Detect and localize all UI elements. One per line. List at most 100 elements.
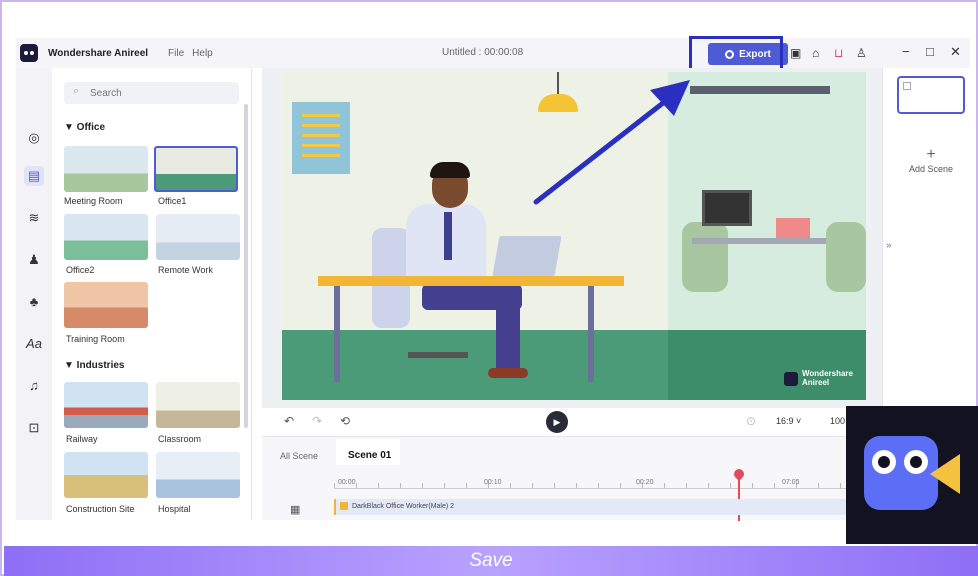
character-hair xyxy=(430,162,470,178)
user-icon[interactable]: ♙ xyxy=(856,46,867,60)
scene-label: Meeting Room xyxy=(64,196,123,206)
desk-top xyxy=(318,276,624,286)
scene-thumb-office2[interactable] xyxy=(64,214,148,260)
scene-thumbnail[interactable] xyxy=(897,76,965,114)
track-label: DarkBlack Office Worker(Male) 2 xyxy=(352,503,455,510)
music-icon[interactable]: ♫ xyxy=(24,376,44,396)
scene-label: Classroom xyxy=(158,434,202,444)
tab-scene-01[interactable]: Scene 01 xyxy=(348,450,391,461)
title-bar: Wondershare Anireel File Help Untitled :… xyxy=(16,38,970,68)
scene-label: Office2 xyxy=(66,265,95,275)
scene-thumb-remote-work[interactable] xyxy=(156,214,240,260)
menu-file[interactable]: File xyxy=(168,48,184,59)
app-name: Wondershare Anireel xyxy=(48,47,149,59)
desk-leg xyxy=(588,286,594,382)
desk-leg xyxy=(334,286,340,382)
zoom-level[interactable]: 100 xyxy=(830,416,845,426)
tick-label: 07:05 xyxy=(782,479,800,486)
character-track-icon xyxy=(340,502,348,510)
document-title: Untitled : 00:00:08 xyxy=(442,47,524,58)
aspect-ratio-select[interactable]: 16:9 ˅ xyxy=(776,416,801,426)
tick-label: 00:20 xyxy=(636,479,654,486)
library-scrollbar[interactable] xyxy=(244,104,248,428)
scene-thumb-office1[interactable] xyxy=(154,146,238,192)
watermark: Wondershare Anireel xyxy=(784,369,853,388)
minimize-button[interactable]: − xyxy=(902,44,910,59)
menu-help[interactable]: Help xyxy=(192,48,213,59)
import-icon[interactable]: ⊡ xyxy=(24,418,44,438)
camera-logo-icon xyxy=(864,436,938,510)
home-icon[interactable]: ⌂ xyxy=(812,46,819,60)
save-icon[interactable]: ▣ xyxy=(790,46,801,60)
cart-icon[interactable]: ⊔ xyxy=(834,46,843,60)
monitor xyxy=(702,190,752,226)
add-scene-label: Add Scene xyxy=(908,164,954,174)
app-logo-icon xyxy=(20,44,38,62)
back-desk xyxy=(692,238,842,244)
character-tie xyxy=(444,212,452,260)
scene-label: Remote Work xyxy=(158,265,213,275)
watermark-line1: Wondershare xyxy=(802,369,853,378)
scene-label: Construction Site xyxy=(66,504,135,514)
scene-thumb-meeting-room[interactable] xyxy=(64,146,148,192)
left-rail: ◎ ▤ ≋ ♟ ♣ Aa ♫ ⊡ xyxy=(16,68,52,520)
logo-eye xyxy=(872,450,896,474)
canvas-area: Wondershare Anireel xyxy=(262,68,882,408)
tick-label: 00:00 xyxy=(338,479,356,486)
chair-base xyxy=(408,352,468,358)
watermark-logo-icon xyxy=(784,371,798,386)
scene-thumb-hospital[interactable] xyxy=(156,452,240,498)
character-icon[interactable]: ♟ xyxy=(24,250,44,270)
section-office[interactable]: ▼ Office xyxy=(64,122,105,133)
anireel-brand-logo xyxy=(846,406,978,544)
timeline: All Scene Scene 01 00:00 00:10 00:20 07:… xyxy=(262,436,882,521)
scene-label: Training Room xyxy=(66,334,125,344)
logo-lens xyxy=(930,454,960,494)
camera-icon[interactable]: ⊙ xyxy=(746,414,756,428)
character-shoe xyxy=(488,368,528,378)
scenes-panel: + Add Scene xyxy=(882,68,970,408)
laptop xyxy=(492,236,562,276)
templates-icon[interactable]: ◎ xyxy=(24,128,44,148)
logo-eye xyxy=(904,450,928,474)
play-button[interactable]: ▶ xyxy=(546,411,568,433)
chair-left xyxy=(682,222,728,292)
watermark-line2: Anireel xyxy=(802,377,830,387)
library-panel: ⌕ ▼ Office Meeting Room Office1 Office2 … xyxy=(52,68,252,520)
caption-text: Save xyxy=(469,550,513,571)
section-industries[interactable]: ▼ Industries xyxy=(64,360,124,371)
tick-label: 00:10 xyxy=(484,479,502,486)
expand-panel-icon[interactable]: » xyxy=(886,240,892,251)
reset-icon[interactable]: ⟲ xyxy=(340,414,350,428)
search-icon: ⌕ xyxy=(73,85,80,97)
wall-poster xyxy=(292,102,350,174)
lamp-cord xyxy=(557,72,559,96)
tab-all-scene[interactable]: All Scene xyxy=(280,451,318,461)
scene-canvas[interactable]: Wondershare Anireel xyxy=(282,72,866,400)
chair-right xyxy=(826,222,866,292)
plus-icon: + xyxy=(926,146,936,163)
search-input[interactable] xyxy=(64,82,239,104)
close-button[interactable]: ✕ xyxy=(950,44,961,60)
maximize-button[interactable]: □ xyxy=(926,44,934,59)
ceiling-shelf xyxy=(690,86,830,94)
red-box xyxy=(776,218,810,238)
scene-thumb-railway[interactable] xyxy=(64,382,148,428)
character-shin xyxy=(496,298,520,370)
screen-frame: Wondershare Anireel File Help Untitled :… xyxy=(0,0,978,576)
redo-icon[interactable]: ↷ xyxy=(312,414,322,428)
character-track[interactable]: DarkBlack Office Worker(Male) 2 xyxy=(334,499,882,515)
film-icon: ▦ xyxy=(290,504,301,516)
scenes-icon[interactable]: ▤ xyxy=(24,166,44,186)
caption-bar: Save xyxy=(4,546,978,576)
scene-label: Hospital xyxy=(158,504,191,514)
scene-thumb-classroom[interactable] xyxy=(156,382,240,428)
undo-icon[interactable]: ↶ xyxy=(284,414,294,428)
background-icon[interactable]: ≋ xyxy=(24,208,44,228)
add-scene-button[interactable]: + Add Scene xyxy=(897,146,965,174)
playback-bar: ↶ ↷ ⟲ ▶ ⊙ 16:9 ˅ 100 xyxy=(262,408,882,436)
text-icon[interactable]: Aa xyxy=(24,334,44,354)
props-icon[interactable]: ♣ xyxy=(24,292,44,312)
scene-thumb-training-room[interactable] xyxy=(64,282,148,328)
scene-thumb-construction-site[interactable] xyxy=(64,452,148,498)
